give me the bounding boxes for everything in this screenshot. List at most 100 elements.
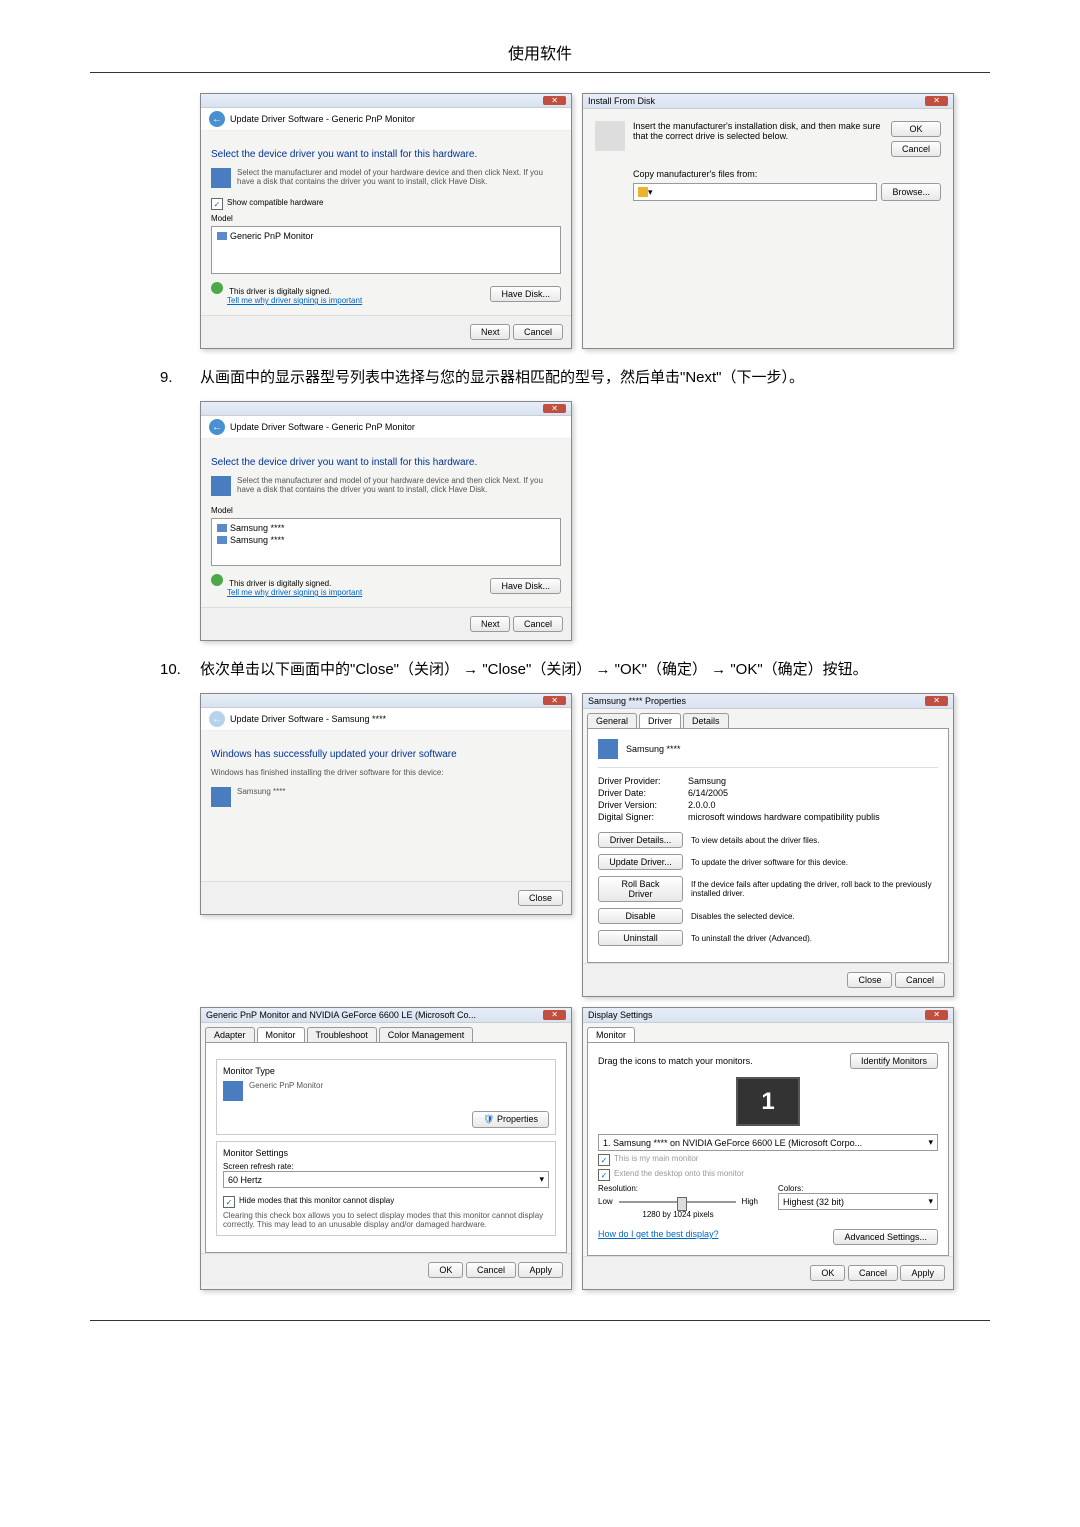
colors-label: Colors: [778, 1184, 938, 1193]
slider-high: High [742, 1197, 758, 1206]
model-list[interactable]: Generic PnP Monitor [211, 226, 561, 274]
cancel-button[interactable]: Cancel [466, 1262, 516, 1278]
apply-button[interactable]: Apply [518, 1262, 563, 1278]
back-icon: ← [209, 711, 225, 727]
refresh-select[interactable]: 60 Hertz▾ [223, 1171, 549, 1188]
close-icon[interactable]: ✕ [543, 696, 566, 705]
chevron-down-icon: ▾ [928, 1137, 933, 1148]
next-button[interactable]: Next [470, 324, 511, 340]
device-icon [598, 739, 618, 759]
footer-rule [90, 1320, 990, 1321]
tab-driver[interactable]: Driver [639, 713, 681, 728]
close-icon[interactable]: ✕ [925, 696, 948, 706]
back-icon[interactable]: ← [209, 111, 225, 127]
tab-monitor[interactable]: Monitor [587, 1027, 635, 1042]
cancel-button[interactable]: Cancel [513, 324, 563, 340]
hint-text: Windows has finished installing the driv… [211, 768, 561, 777]
step-number: 9. [160, 364, 200, 391]
cancel-button[interactable]: Cancel [513, 616, 563, 632]
monitor-icon [217, 536, 227, 544]
close-icon[interactable]: ✕ [543, 96, 566, 105]
tab-color[interactable]: Color Management [379, 1027, 474, 1042]
identify-button[interactable]: Identify Monitors [850, 1053, 938, 1069]
version-value: 2.0.0.0 [688, 800, 716, 810]
copy-label: Copy manufacturer's files from: [633, 169, 941, 179]
dialog-title: Generic PnP Monitor and NVIDIA GeForce 6… [206, 1010, 476, 1020]
update-desc: To update the driver software for this d… [691, 858, 938, 867]
have-disk-button[interactable]: Have Disk... [490, 286, 561, 302]
model-list[interactable]: Samsung **** Samsung **** [211, 518, 561, 566]
monitor-preview[interactable]: 1 [736, 1077, 800, 1126]
monitor-select[interactable]: 1. Samsung **** on NVIDIA GeForce 6600 L… [598, 1134, 938, 1151]
apply-button[interactable]: Apply [900, 1265, 945, 1281]
hint-text: Select the manufacturer and model of you… [237, 168, 561, 188]
install-text: Insert the manufacturer's installation d… [633, 121, 883, 157]
signing-link[interactable]: Tell me why driver signing is important [227, 588, 362, 597]
model-item[interactable]: Samsung **** [230, 523, 285, 533]
close-button[interactable]: Close [518, 890, 563, 906]
step-text: 从画面中的显示器型号列表中选择与您的显示器相匹配的型号，然后单击"Next"（下… [200, 364, 990, 391]
rollback-desc: If the device fails after updating the d… [691, 880, 938, 898]
rollback-button[interactable]: Roll Back Driver [598, 876, 683, 902]
tab-details[interactable]: Details [683, 713, 729, 728]
monitor-type-label: Monitor Type [223, 1066, 549, 1076]
next-button[interactable]: Next [470, 616, 511, 632]
update-driver-button[interactable]: Update Driver... [598, 854, 683, 870]
close-icon[interactable]: ✕ [925, 96, 948, 106]
back-icon[interactable]: ← [209, 419, 225, 435]
close-icon[interactable]: ✕ [925, 1010, 948, 1020]
monitor-type: Generic PnP Monitor [249, 1081, 323, 1101]
step-text: 依次单击以下画面中的"Close"（关闭） → "Close"（关闭） → "O… [200, 656, 990, 683]
properties-button[interactable]: 🛡 Properties [472, 1111, 549, 1128]
provider-value: Samsung [688, 776, 726, 786]
close-icon[interactable]: ✕ [543, 1010, 566, 1020]
dialog-heading: Windows has successfully updated your dr… [211, 749, 561, 760]
colors-select[interactable]: Highest (32 bit)▾ [778, 1193, 938, 1210]
provider-label: Driver Provider: [598, 776, 688, 786]
signed-text: This driver is digitally signed. [229, 287, 331, 296]
disable-desc: Disables the selected device. [691, 912, 938, 921]
resolution-slider[interactable] [619, 1201, 736, 1203]
ok-button[interactable]: OK [891, 121, 941, 137]
dialog-title: Install From Disk [588, 96, 655, 106]
device-icon [211, 787, 231, 807]
tab-troubleshoot[interactable]: Troubleshoot [307, 1027, 377, 1042]
cancel-button[interactable]: Cancel [848, 1265, 898, 1281]
resolution-label: Resolution: [598, 1184, 758, 1193]
display-settings-dialog: Display Settings ✕ Monitor Drag the icon… [582, 1007, 954, 1290]
model-item[interactable]: Generic PnP Monitor [230, 231, 313, 241]
tab-monitor[interactable]: Monitor [257, 1027, 305, 1042]
advanced-settings-button[interactable]: Advanced Settings... [833, 1229, 938, 1245]
hide-modes-checkbox[interactable]: ✓ [223, 1196, 235, 1208]
browse-button[interactable]: Browse... [881, 183, 941, 201]
nav-title: Update Driver Software - Generic PnP Mon… [230, 114, 415, 124]
have-disk-button[interactable]: Have Disk... [490, 578, 561, 594]
model-item[interactable]: Samsung **** [230, 535, 285, 545]
dialog-title: Display Settings [588, 1010, 653, 1020]
tab-general[interactable]: General [587, 713, 637, 728]
cancel-button[interactable]: Cancel [895, 972, 945, 988]
driver-details-button[interactable]: Driver Details... [598, 832, 683, 848]
close-icon[interactable]: ✕ [543, 404, 566, 413]
tab-adapter[interactable]: Adapter [205, 1027, 255, 1042]
close-button[interactable]: Close [847, 972, 892, 988]
dialog-title: Samsung **** Properties [588, 696, 686, 706]
shield-icon [211, 574, 223, 586]
disable-button[interactable]: Disable [598, 908, 683, 924]
signer-value: microsoft windows hardware compatibility… [688, 812, 880, 822]
device-name: Samsung **** [626, 744, 681, 754]
drag-label: Drag the icons to match your monitors. [598, 1056, 753, 1066]
update-driver-dialog-1: ✕ ← Update Driver Software - Generic PnP… [200, 93, 572, 349]
signing-link[interactable]: Tell me why driver signing is important [227, 296, 362, 305]
version-label: Driver Version: [598, 800, 688, 810]
refresh-label: Screen refresh rate: [223, 1162, 549, 1171]
ok-button[interactable]: OK [428, 1262, 463, 1278]
ok-button[interactable]: OK [810, 1265, 845, 1281]
uninstall-button[interactable]: Uninstall [598, 930, 683, 946]
monitor-properties-dialog: Generic PnP Monitor and NVIDIA GeForce 6… [200, 1007, 572, 1290]
date-label: Driver Date: [598, 788, 688, 798]
compat-checkbox[interactable]: ✓ [211, 198, 223, 210]
path-input[interactable]: ▾ [633, 183, 877, 201]
best-display-link[interactable]: How do I get the best display? [598, 1229, 719, 1245]
cancel-button[interactable]: Cancel [891, 141, 941, 157]
